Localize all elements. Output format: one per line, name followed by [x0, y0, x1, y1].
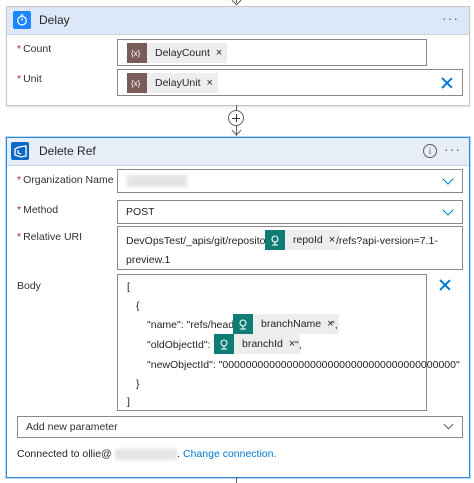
body-old-end: ",	[295, 339, 302, 351]
delay-more-options-icon[interactable]: ···	[442, 11, 459, 25]
body-close-brace: }	[136, 378, 140, 390]
delayunit-token-text: DelayUnit	[155, 77, 201, 89]
variable-icon: {x}	[127, 43, 147, 63]
uri-prefix-text: DevOpsTest/_apis/git/repositories/	[126, 235, 286, 247]
body-name-end: ",	[331, 319, 338, 331]
body-label: Body	[17, 280, 41, 292]
organization-label: * Organization Name	[17, 174, 114, 186]
variable-icon: {x}	[127, 73, 147, 93]
body-field[interactable]: [ { "name": "refs/heads/ branchName × ",…	[117, 274, 460, 411]
connected-to-text: Connected to ollie@	[17, 448, 112, 460]
bottom-connector-line	[236, 477, 237, 483]
change-connection-link[interactable]: Change connection.	[183, 448, 276, 460]
count-label: * Count	[17, 43, 52, 55]
method-label: * Method	[17, 204, 59, 216]
delayunit-remove-icon[interactable]: ×	[205, 73, 218, 93]
branchid-token-text: branchId	[242, 338, 283, 350]
devops-icon	[214, 334, 234, 354]
unit-field[interactable]: {x} DelayUnit ×	[117, 69, 463, 96]
count-field[interactable]: {x} DelayCount ×	[117, 39, 427, 66]
branchid-token[interactable]: branchId ×	[214, 334, 301, 354]
body-close-bracket: ]	[127, 396, 130, 408]
add-new-parameter-dropdown[interactable]: Add new parameter	[17, 416, 463, 438]
delayunit-token[interactable]: {x} DelayUnit ×	[127, 73, 218, 93]
connection-account-redacted	[115, 449, 177, 460]
organization-dropdown[interactable]	[117, 169, 463, 193]
delaycount-token[interactable]: {x} DelayCount ×	[127, 43, 228, 63]
delay-card-header[interactable]: Delay ···	[7, 7, 469, 35]
organization-chevron-down-icon[interactable]	[442, 173, 454, 185]
azure-devops-icon	[11, 142, 29, 160]
add-new-parameter-placeholder: Add new parameter	[26, 421, 118, 433]
info-icon[interactable]: i	[423, 144, 437, 158]
mid-connector-arrow	[231, 125, 242, 136]
delaycount-token-text: DelayCount	[155, 47, 210, 59]
branchname-token-text: branchName	[261, 318, 322, 330]
connection-period: .	[177, 448, 180, 460]
unit-clear-icon[interactable]	[441, 77, 453, 89]
method-chevron-down-icon[interactable]	[442, 204, 454, 216]
body-open-bracket: [	[127, 281, 130, 293]
delete-ref-action-card[interactable]: Delete Ref i ··· * Organization Name * Met…	[6, 137, 470, 478]
branchname-token[interactable]: branchName ×	[233, 314, 339, 334]
repoid-token-text: repoId	[293, 234, 323, 246]
delay-action-card[interactable]: Delay ··· * Count {x} DelayCount × * Unit …	[6, 6, 470, 106]
relative-uri-label: * Relative URI	[17, 231, 83, 243]
delete-ref-card-title: Delete Ref	[39, 144, 96, 158]
body-name-key: "name": "refs/heads/	[147, 319, 243, 331]
body-open-brace: {	[136, 300, 140, 312]
organization-name-redacted	[127, 175, 187, 187]
svg-text:{x}: {x}	[131, 79, 141, 88]
svg-text:{x}: {x}	[131, 49, 141, 58]
body-clear-icon[interactable]	[439, 279, 451, 291]
body-old-key: "oldObjectId": "	[147, 339, 218, 351]
method-dropdown[interactable]: POST	[117, 200, 463, 224]
method-value: POST	[126, 206, 155, 218]
delaycount-remove-icon[interactable]: ×	[214, 43, 227, 63]
uri-suffix-text: /refs?api-version=7.1-	[336, 235, 438, 247]
delay-card-title: Delay	[39, 13, 70, 27]
devops-icon	[265, 230, 285, 250]
uri-line2-text: preview.1	[126, 254, 171, 266]
timer-icon	[13, 11, 31, 29]
repoid-token[interactable]: repoId ×	[265, 230, 341, 250]
top-connector-arrow	[231, 0, 242, 6]
add-parameter-chevron-down-icon[interactable]	[443, 419, 454, 430]
devops-icon	[233, 314, 253, 334]
unit-label: * Unit	[17, 73, 42, 85]
body-new-line: "newObjectId": "000000000000000000000000…	[147, 359, 460, 371]
delete-ref-card-header[interactable]: Delete Ref i ···	[7, 138, 469, 166]
relative-uri-field[interactable]: DevOpsTest/_apis/git/repositories/ repoI…	[117, 226, 463, 270]
delete-ref-more-options-icon[interactable]: ···	[444, 142, 461, 156]
insert-step-plus-icon[interactable]	[228, 110, 244, 126]
